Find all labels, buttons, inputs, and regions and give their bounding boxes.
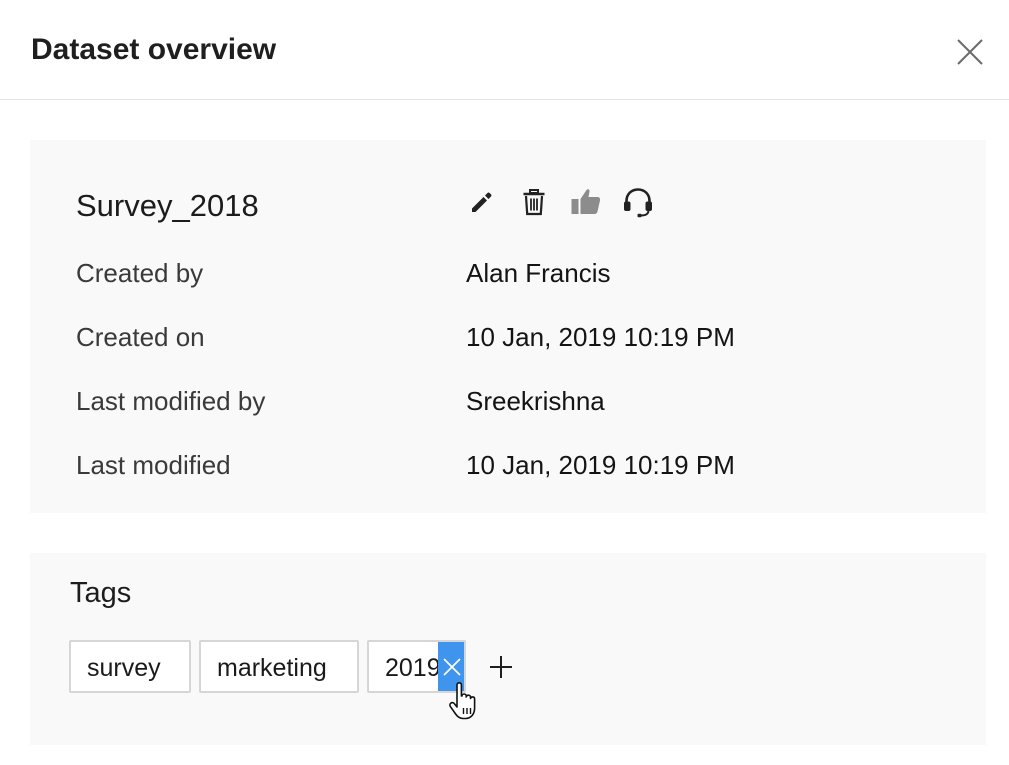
created-on-label: Created on <box>76 322 205 352</box>
tag-label: marketing <box>217 654 327 682</box>
created-by-label: Created by <box>76 258 204 288</box>
close-icon <box>443 657 461 676</box>
close-button[interactable] <box>954 36 986 68</box>
tag-survey[interactable]: survey <box>69 640 191 693</box>
created-by-row: Created by Alan Francis <box>76 258 956 298</box>
like-button[interactable] <box>569 185 603 219</box>
tag-marketing[interactable]: marketing <box>199 640 359 693</box>
tag-2019[interactable]: 2019 <box>367 640 466 693</box>
last-modified-value: 10 Jan, 2019 10:19 PM <box>466 450 735 480</box>
remove-tag-button[interactable] <box>438 642 464 691</box>
last-modified-by-value: Sreekrishna <box>466 386 605 416</box>
delete-button[interactable] <box>517 185 551 219</box>
close-icon <box>957 39 983 65</box>
dialog-title: Dataset overview <box>31 33 277 66</box>
support-button[interactable] <box>621 185 655 219</box>
dataset-info-card: Survey_2018 Created by Alan Francis Crea… <box>30 140 986 513</box>
created-on-value: 10 Jan, 2019 10:19 PM <box>466 322 735 352</box>
plus-icon <box>490 656 512 678</box>
tags-title: Tags <box>70 577 132 609</box>
edit-button[interactable] <box>465 185 499 219</box>
last-modified-by-row: Last modified by Sreekrishna <box>76 386 956 426</box>
last-modified-row: Last modified 10 Jan, 2019 10:19 PM <box>76 450 956 490</box>
last-modified-label: Last modified <box>76 450 231 480</box>
headset-icon <box>624 188 652 218</box>
pencil-icon <box>472 192 492 212</box>
dataset-name: Survey_2018 <box>76 188 259 223</box>
dataset-overview-dialog: Dataset overview Survey_2018 Created by … <box>0 0 1009 765</box>
trash-icon <box>523 189 545 216</box>
dialog-header: Dataset overview <box>0 0 1009 100</box>
tag-label: survey <box>87 654 161 682</box>
last-modified-by-label: Last modified by <box>76 386 266 416</box>
tag-label: 2019 <box>385 654 441 682</box>
add-tag-button[interactable] <box>488 654 514 680</box>
created-by-value: Alan Francis <box>466 258 611 288</box>
tags-card: Tags survey marketing 2019 <box>30 553 986 745</box>
thumbs-up-icon <box>571 189 601 214</box>
created-on-row: Created on 10 Jan, 2019 10:19 PM <box>76 322 956 362</box>
